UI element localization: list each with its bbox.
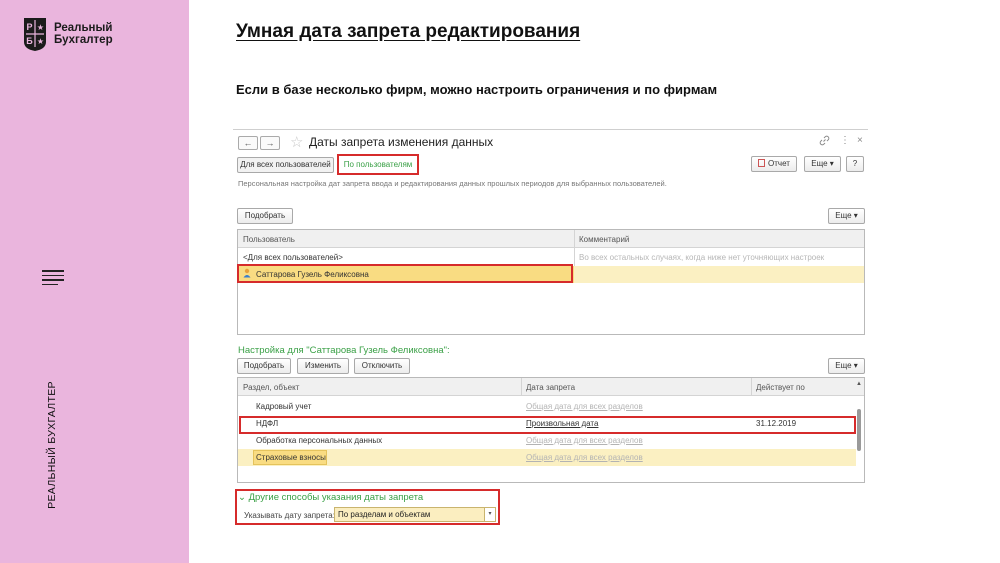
svg-text:Б: Б	[26, 36, 33, 46]
scroll-thumb[interactable]	[857, 409, 861, 451]
hint-text: Персональная настройка дат запрета ввода…	[238, 179, 667, 188]
column-comment[interactable]: Комментарий	[579, 235, 629, 244]
highlight-frame-tab	[337, 154, 419, 175]
more-button-users[interactable]: Еще ▾	[828, 208, 865, 224]
vertical-brand-label: РЕАЛЬНЫЙ БУХГАЛТЕР	[46, 381, 58, 509]
brand-logo: Р Б ★ ★ Реальный Бухгалтер	[22, 16, 113, 52]
brand-name-line1: Реальный	[54, 22, 113, 34]
column-section[interactable]: Раздел, объект	[243, 383, 299, 392]
comment-cell: Во всех остальных случаях, когда ниже не…	[579, 253, 825, 262]
link-icon[interactable]	[819, 135, 830, 149]
report-button[interactable]: Отчет	[751, 156, 797, 172]
slide-subtitle: Если в базе несколько фирм, можно настро…	[236, 82, 718, 97]
column-date[interactable]: Дата запрета	[526, 383, 575, 392]
favorite-star-icon[interactable]: ☆	[290, 133, 303, 151]
section-cell: Кадровый учет	[256, 402, 312, 411]
svg-text:Р: Р	[26, 22, 32, 32]
app-window: ← → ☆ Даты запрета изменения данных ⋮ × …	[233, 129, 868, 529]
forward-button[interactable]: →	[260, 136, 280, 150]
logo-mark: Р Б ★ ★	[22, 16, 48, 52]
column-user[interactable]: Пользователь	[243, 235, 295, 244]
window-title: Даты запрета изменения данных	[309, 135, 494, 149]
section-cell: Страховые взносы	[256, 453, 326, 462]
user-cell: <Для всех пользователей>	[243, 253, 343, 262]
close-icon[interactable]: ×	[857, 135, 863, 146]
sidebar: Р Б ★ ★ Реальный Бухгалтер РЕАЛЬНЫЙ БУХГ…	[0, 0, 189, 563]
help-button[interactable]: ?	[846, 156, 864, 172]
section-cell: Обработка персональных данных	[256, 436, 383, 445]
table-row[interactable]: Кадровый учет Общая дата для всех раздел…	[238, 398, 856, 415]
highlight-frame-ndfl	[239, 416, 856, 434]
date-link[interactable]: Общая дата для всех разделов	[526, 453, 643, 462]
disable-button[interactable]: Отключить	[354, 358, 410, 374]
highlight-frame-other-ways	[235, 489, 500, 525]
scroll-up-icon[interactable]: ▲	[856, 381, 862, 387]
brand-name-line2: Бухгалтер	[54, 34, 113, 46]
date-link[interactable]: Общая дата для всех разделов	[526, 402, 643, 411]
more-button-top[interactable]: Еще ▾	[804, 156, 841, 172]
table-row-selected[interactable]: Страховые взносы Общая дата для всех раз…	[238, 449, 856, 466]
slide-title: Умная дата запрета редактирования	[236, 21, 581, 42]
report-icon	[758, 159, 766, 167]
settings-title: Настройка для "Саттарова Гузель Феликсов…	[238, 345, 450, 356]
date-link[interactable]: Общая дата для всех разделов	[526, 436, 643, 445]
scrollbar[interactable]: ▲	[856, 379, 862, 482]
svg-text:★: ★	[37, 23, 44, 32]
users-table-header	[238, 230, 864, 248]
edit-button[interactable]: Изменить	[297, 358, 349, 374]
table-row[interactable]: Обработка персональных данных Общая дата…	[238, 432, 856, 449]
highlight-frame-user	[237, 264, 573, 283]
back-button[interactable]: ←	[238, 136, 258, 150]
more-button-sections[interactable]: Еще ▾	[828, 358, 865, 374]
svg-text:★: ★	[37, 37, 44, 46]
menu-icon[interactable]	[42, 270, 64, 288]
more-vertical-icon[interactable]: ⋮	[840, 135, 850, 146]
tab-all-users[interactable]: Для всех пользователей	[237, 157, 334, 173]
pick-sections-button[interactable]: Подобрать	[237, 358, 291, 374]
column-valid-until[interactable]: Действует по	[756, 383, 805, 392]
pick-users-button[interactable]: Подобрать	[237, 208, 293, 224]
